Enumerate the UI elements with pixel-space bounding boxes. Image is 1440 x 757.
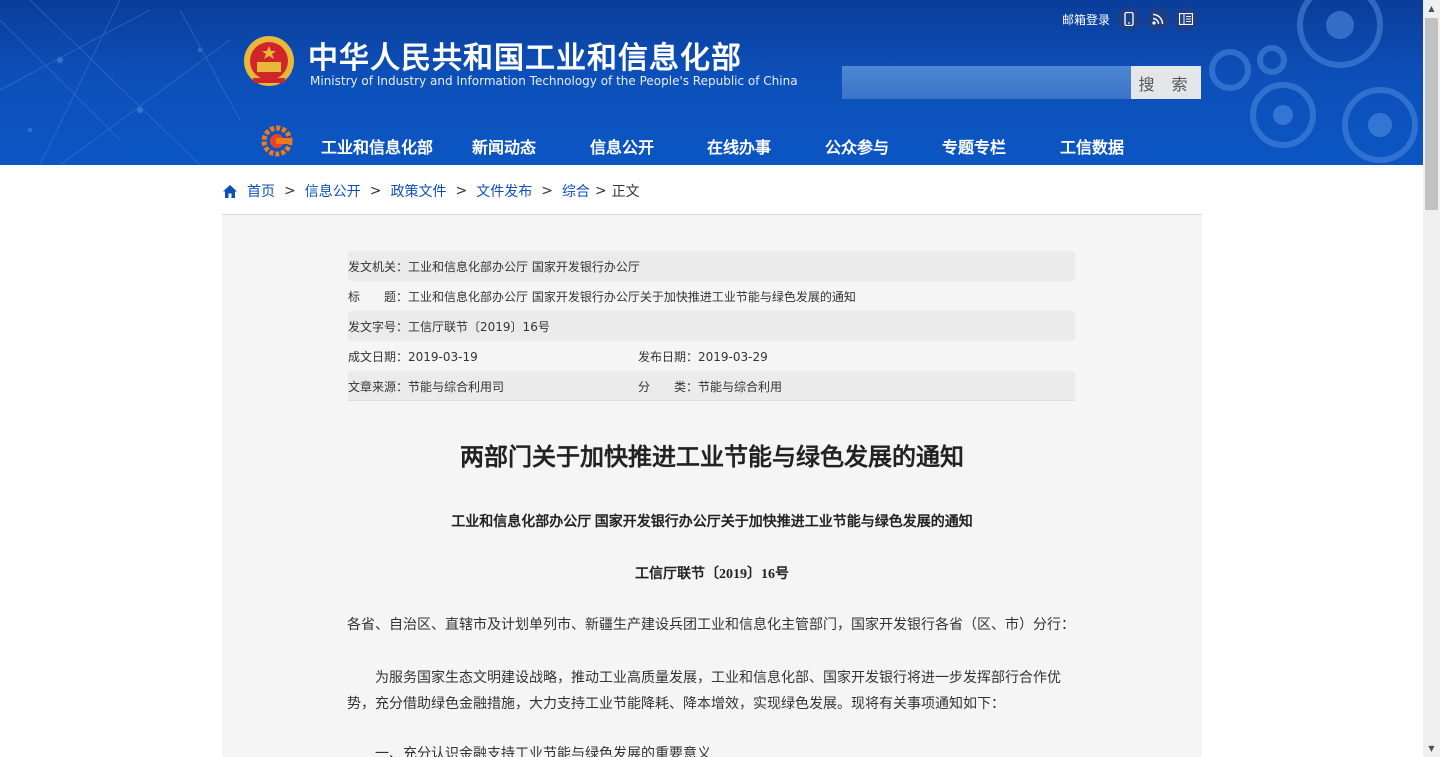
article-paragraph: 为服务国家生态文明建设战略，推动工业高质量发展，工业和信息化部、国家开发银行将进… xyxy=(347,670,1061,712)
meta-source: 文章来源：节能与综合利用司 xyxy=(348,378,638,395)
nav-item-ministry[interactable]: 工业和信息化部 xyxy=(321,134,433,158)
breadcrumb-policy-docs[interactable]: 政策文件 xyxy=(390,181,446,201)
ministry-logo-icon xyxy=(261,125,293,157)
meta-docno-label: 发文字号： xyxy=(348,319,409,334)
home-icon[interactable] xyxy=(222,184,238,199)
meta-category-label: 分 类： xyxy=(638,379,699,394)
meta-row-title: 标 题： 工业和信息化部办公厅 国家开发银行办公厅关于加快推进工业节能与绿色发展… xyxy=(348,281,1075,311)
reader-icon[interactable] xyxy=(1174,7,1198,31)
meta-source-value: 节能与综合利用司 xyxy=(408,379,505,394)
meta-issuer-label: 发文机关： xyxy=(348,259,409,274)
breadcrumb-separator: > xyxy=(455,183,468,199)
meta-published-date: 发布日期：2019-03-29 xyxy=(638,348,768,365)
meta-title-label: 标 题： xyxy=(348,289,409,304)
national-emblem-logo xyxy=(244,36,294,86)
meta-written-value: 2019-03-19 xyxy=(408,349,478,364)
meta-category-value: 节能与综合利用 xyxy=(698,379,783,394)
nav-item-online-services[interactable]: 在线办事 xyxy=(707,134,771,158)
meta-source-label: 文章来源： xyxy=(348,379,409,394)
nav-item-public-participation[interactable]: 公众参与 xyxy=(825,134,889,158)
article-addressee: 各省、自治区、直辖市及计划单列市、新疆生产建设兵团工业和信息化主管部门，国家开发… xyxy=(347,617,1075,633)
meta-published-label: 发布日期： xyxy=(638,349,699,364)
meta-row-docno: 发文字号： 工信厅联节〔2019〕16号 xyxy=(348,311,1075,341)
nav-item-info-disclosure[interactable]: 信息公开 xyxy=(590,134,654,158)
meta-written-date: 成文日期：2019-03-19 xyxy=(348,348,638,365)
article-docno: 工信厅联节〔2019〕16号 xyxy=(635,567,789,582)
scroll-up-arrow-icon[interactable]: ▲ xyxy=(1423,0,1440,17)
site-title-chinese: 中华人民共和国工业和信息化部 xyxy=(308,41,742,76)
breadcrumb-info-disclosure[interactable]: 信息公开 xyxy=(305,181,361,201)
meta-docno-value: 工信厅联节〔2019〕16号 xyxy=(408,319,550,334)
breadcrumb-separator: > xyxy=(369,183,382,199)
article-section-heading: 一、充分认识金融支持工业节能与绿色发展的重要意义 xyxy=(375,746,711,757)
breadcrumb-general[interactable]: 综合 xyxy=(562,181,590,201)
scroll-down-arrow-icon[interactable]: ▼ xyxy=(1423,740,1440,757)
nav-item-data[interactable]: 工信数据 xyxy=(1060,134,1124,158)
meta-row-dates: 成文日期：2019-03-19 发布日期：2019-03-29 xyxy=(348,341,1075,371)
mail-login-link[interactable]: 邮箱登录 xyxy=(1062,11,1110,28)
article-title: 两部门关于加快推进工业节能与绿色发展的通知 xyxy=(460,443,964,471)
rss-icon[interactable] xyxy=(1146,7,1170,31)
meta-issuer-value: 工业和信息化部办公厅 国家开发银行办公厅 xyxy=(408,259,640,274)
nav-item-news[interactable]: 新闻动态 xyxy=(472,134,536,158)
scroll-thumb[interactable] xyxy=(1425,18,1438,210)
meta-row-issuer: 发文机关： 工业和信息化部办公厅 国家开发银行办公厅 xyxy=(348,251,1075,281)
meta-row-source: 文章来源：节能与综合利用司 分 类：节能与综合利用 xyxy=(348,371,1075,401)
breadcrumb-separator: > xyxy=(594,183,607,199)
site-title-english: Ministry of Industry and Information Tec… xyxy=(310,74,798,88)
breadcrumb: 首页 > 信息公开 > 政策文件 > 文件发布 > 综合 > 正文 xyxy=(222,181,640,201)
meta-published-value: 2019-03-29 xyxy=(698,349,768,364)
meta-divider xyxy=(348,400,1075,401)
search-input[interactable] xyxy=(842,66,1131,99)
article-subtitle: 工业和信息化部办公厅 国家开发银行办公厅关于加快推进工业节能与绿色发展的通知 xyxy=(451,515,973,530)
meta-category: 分 类：节能与综合利用 xyxy=(638,378,782,395)
breadcrumb-doc-release[interactable]: 文件发布 xyxy=(476,181,532,201)
meta-title-value: 工业和信息化部办公厅 国家开发银行办公厅关于加快推进工业节能与绿色发展的通知 xyxy=(408,289,856,304)
meta-written-label: 成文日期： xyxy=(348,349,409,364)
mobile-icon[interactable] xyxy=(1117,7,1141,31)
site-header: 中华人民共和国工业和信息化部 Ministry of Industry and … xyxy=(0,0,1423,165)
nav-item-special-topics[interactable]: 专题专栏 xyxy=(942,134,1006,158)
breadcrumb-home[interactable]: 首页 xyxy=(247,181,275,201)
breadcrumb-separator: > xyxy=(284,183,296,199)
document-metadata-table: 发文机关： 工业和信息化部办公厅 国家开发银行办公厅 标 题： 工业和信息化部办… xyxy=(348,251,1075,401)
breadcrumb-current: 正文 xyxy=(611,184,640,200)
breadcrumb-separator: > xyxy=(541,183,553,199)
search-button[interactable]: 搜 索 xyxy=(1131,66,1201,99)
page-scrollbar[interactable]: ▲ ▼ xyxy=(1423,0,1440,757)
